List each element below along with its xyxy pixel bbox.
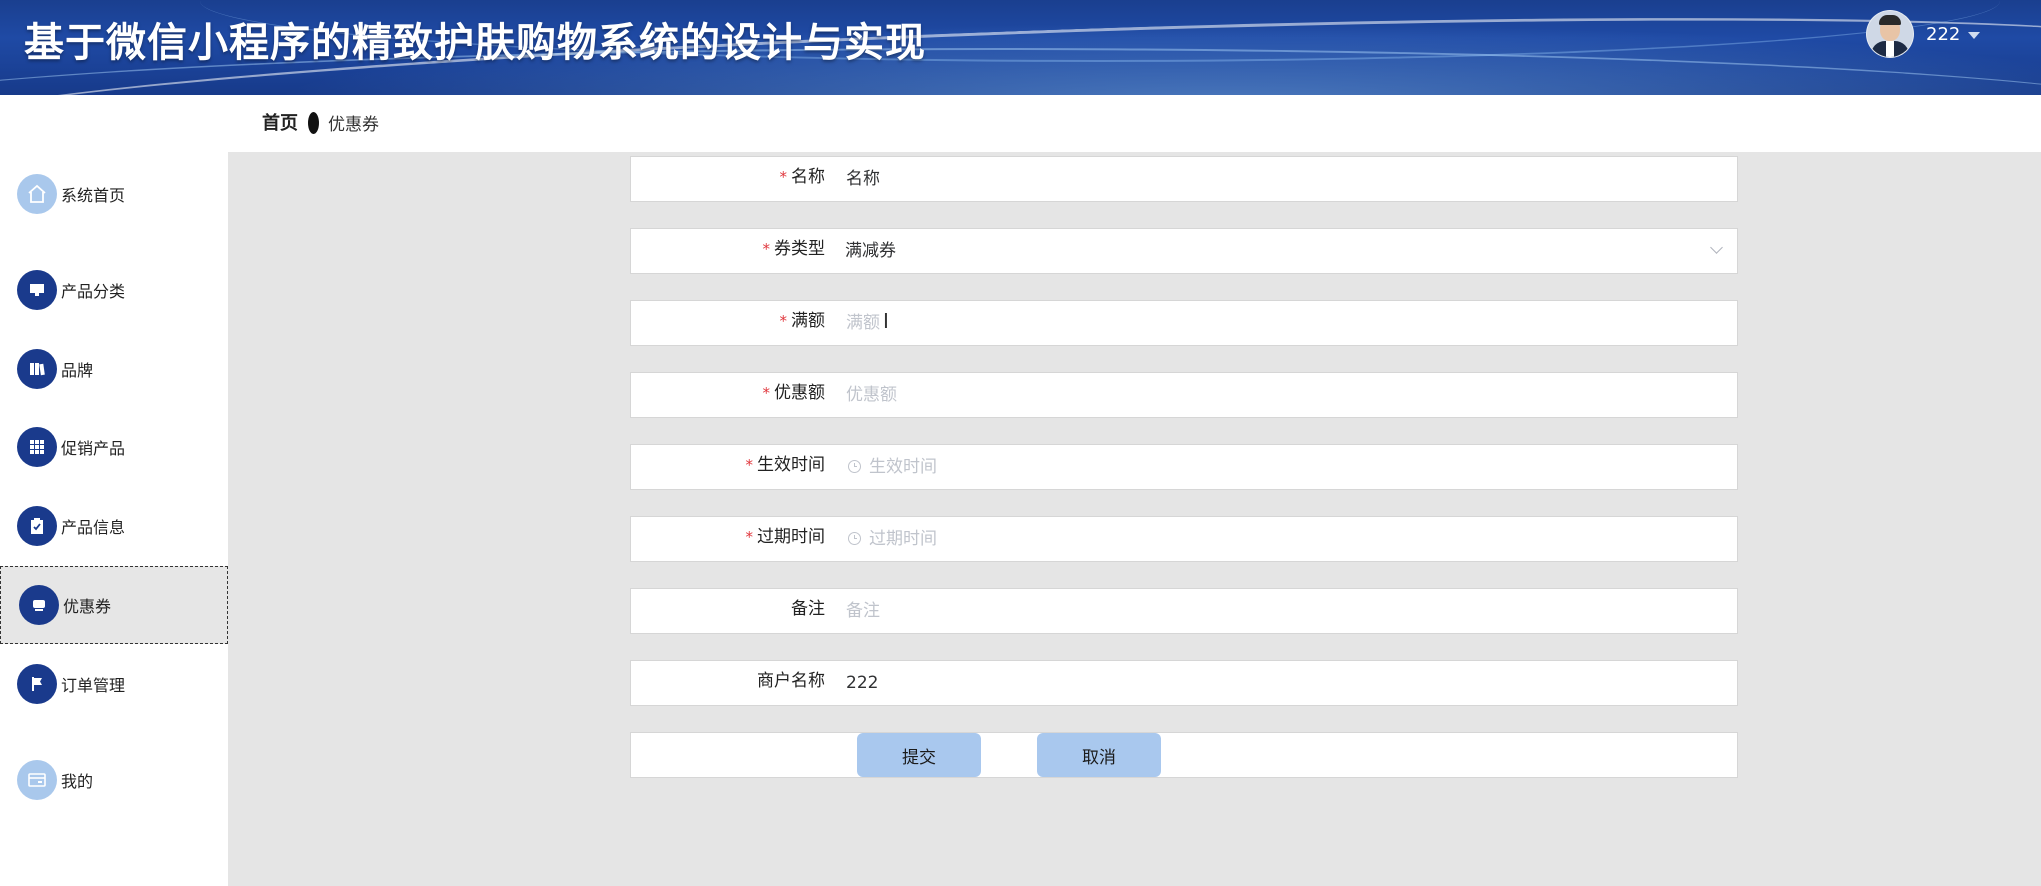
coupon-icon bbox=[19, 585, 59, 625]
home-icon bbox=[17, 174, 57, 214]
form-row-name: * 名称 名称 bbox=[630, 156, 1738, 202]
sidebar: 系统首页 产品分类 品牌 促销产品 产品信息 优惠券 订单管理 我的 bbox=[0, 95, 228, 886]
required-mark: * bbox=[745, 528, 754, 546]
breadcrumb-separator-icon bbox=[308, 112, 319, 134]
field-label: 备注 bbox=[791, 599, 825, 619]
field-label: * 优惠额 bbox=[762, 383, 826, 403]
required-mark: * bbox=[762, 240, 771, 258]
breadcrumb: 首页 优惠券 bbox=[228, 95, 2041, 152]
app-title: 基于微信小程序的精致护肤购物系统的设计与实现 bbox=[24, 20, 926, 66]
user-menu[interactable]: 222 bbox=[1866, 10, 1981, 58]
submit-button[interactable]: 提交 bbox=[857, 733, 981, 777]
field-label: * 过期时间 bbox=[745, 527, 826, 547]
sidebar-item-orders[interactable]: 订单管理 bbox=[0, 645, 228, 723]
sidebar-item-mine[interactable]: 我的 bbox=[0, 741, 228, 819]
field-label: * 满额 bbox=[779, 311, 826, 331]
breadcrumb-home[interactable]: 首页 bbox=[262, 109, 298, 135]
form-row-remark: 备注 备注 bbox=[630, 588, 1738, 634]
sidebar-item-brand[interactable]: 品牌 bbox=[0, 330, 228, 408]
wallet-icon bbox=[17, 760, 57, 800]
form-row-start-time: * 生效时间 生效时间 bbox=[630, 444, 1738, 490]
required-mark: * bbox=[779, 168, 788, 186]
monitor-icon bbox=[17, 270, 57, 310]
flag-icon bbox=[17, 664, 57, 704]
discount-amount-input[interactable]: 优惠额 bbox=[846, 373, 1727, 417]
grid-icon bbox=[17, 427, 57, 467]
clipboard-icon bbox=[17, 506, 57, 546]
form-row-expire-time: * 过期时间 过期时间 bbox=[630, 516, 1738, 562]
field-label: * 名称 bbox=[779, 167, 826, 187]
sidebar-item-label: 优惠券 bbox=[63, 597, 112, 616]
sidebar-item-home[interactable]: 系统首页 bbox=[0, 155, 228, 233]
sidebar-item-label: 订单管理 bbox=[61, 676, 126, 695]
form-row-full-amount: * 满额 满额 I bbox=[630, 300, 1738, 346]
coupon-type-select[interactable]: 满减券 bbox=[845, 229, 1727, 273]
field-label: * 生效时间 bbox=[745, 455, 826, 475]
sidebar-item-promotion[interactable]: 促销产品 bbox=[0, 408, 228, 486]
form-row-discount-amount: * 优惠额 优惠额 bbox=[630, 372, 1738, 418]
name-input[interactable]: 名称 bbox=[846, 157, 1727, 201]
clock-icon bbox=[848, 460, 861, 473]
username[interactable]: 222 bbox=[1926, 24, 1960, 45]
remark-input[interactable]: 备注 bbox=[846, 589, 1727, 633]
sidebar-item-label: 系统首页 bbox=[61, 186, 126, 205]
sidebar-item-product-category[interactable]: 产品分类 bbox=[0, 251, 228, 329]
form-row-coupon-type: * 券类型 满减券 bbox=[630, 228, 1738, 274]
sidebar-item-label: 产品信息 bbox=[61, 518, 126, 537]
sidebar-item-product-info[interactable]: 产品信息 bbox=[0, 487, 228, 565]
required-mark: * bbox=[779, 312, 788, 330]
sidebar-item-label: 促销产品 bbox=[61, 439, 126, 458]
field-label: * 券类型 bbox=[762, 239, 826, 259]
sidebar-item-label: 我的 bbox=[61, 772, 94, 791]
form-row-merchant: 商户名称 222 bbox=[630, 660, 1738, 706]
clock-icon bbox=[848, 532, 861, 545]
start-time-picker[interactable]: 生效时间 bbox=[869, 445, 1727, 489]
required-mark: * bbox=[745, 456, 754, 474]
text-cursor-icon: I bbox=[883, 309, 889, 333]
breadcrumb-current: 优惠券 bbox=[328, 115, 379, 135]
form-row-actions: 提交 取消 bbox=[630, 732, 1738, 778]
user-avatar[interactable] bbox=[1866, 10, 1914, 58]
merchant-input[interactable]: 222 bbox=[846, 661, 1727, 705]
sidebar-item-label: 品牌 bbox=[61, 361, 94, 380]
sidebar-item-coupon[interactable]: 优惠券 bbox=[0, 566, 228, 644]
field-label: 商户名称 bbox=[757, 671, 825, 691]
sidebar-item-label: 产品分类 bbox=[61, 282, 126, 301]
required-mark: * bbox=[762, 384, 771, 402]
caret-down-icon[interactable] bbox=[1968, 32, 1981, 39]
expire-time-picker[interactable]: 过期时间 bbox=[869, 517, 1727, 561]
top-header: 基于微信小程序的精致护肤购物系统的设计与实现 222 bbox=[0, 0, 2041, 95]
full-amount-input[interactable]: 满额 bbox=[846, 301, 1727, 345]
books-icon bbox=[17, 349, 57, 389]
cancel-button[interactable]: 取消 bbox=[1037, 733, 1161, 777]
